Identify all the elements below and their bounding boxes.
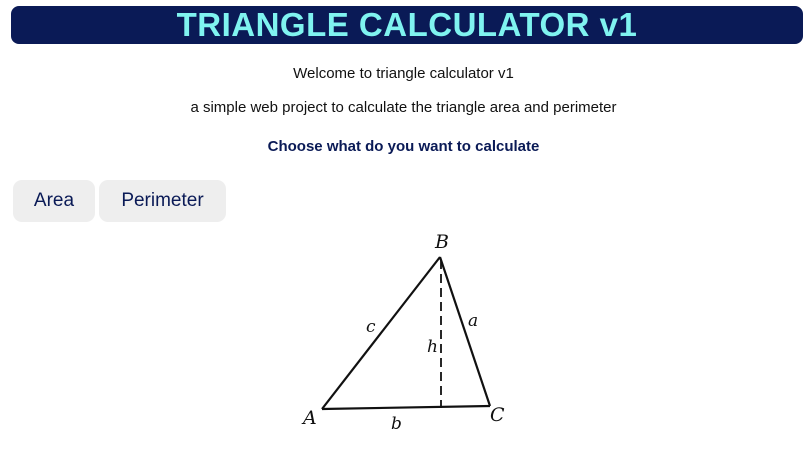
height-label: h: [427, 337, 438, 357]
triangle-diagram: B A C c a b h: [301, 231, 505, 434]
welcome-text: Welcome to triangle calculator v1: [293, 65, 514, 82]
page-header: TRIANGLE CALCULATOR v1: [11, 6, 803, 44]
page-title: TRIANGLE CALCULATOR v1: [176, 6, 638, 43]
side-label-c: c: [366, 317, 376, 337]
subtitle-text: a simple web project to calculate the tr…: [190, 99, 617, 116]
side-c-line: [321, 256, 441, 410]
side-b-line: [321, 404, 491, 411]
area-button[interactable]: Area: [13, 180, 95, 222]
vertex-label-a: A: [301, 407, 317, 429]
choose-prompt: Choose what do you want to calculate: [267, 138, 540, 155]
perimeter-button[interactable]: Perimeter: [99, 180, 226, 222]
side-label-b: b: [391, 414, 402, 434]
side-label-a: a: [468, 311, 478, 331]
side-a-line: [438, 256, 492, 407]
vertex-label-c: C: [490, 404, 505, 426]
vertex-label-b: B: [434, 231, 449, 253]
